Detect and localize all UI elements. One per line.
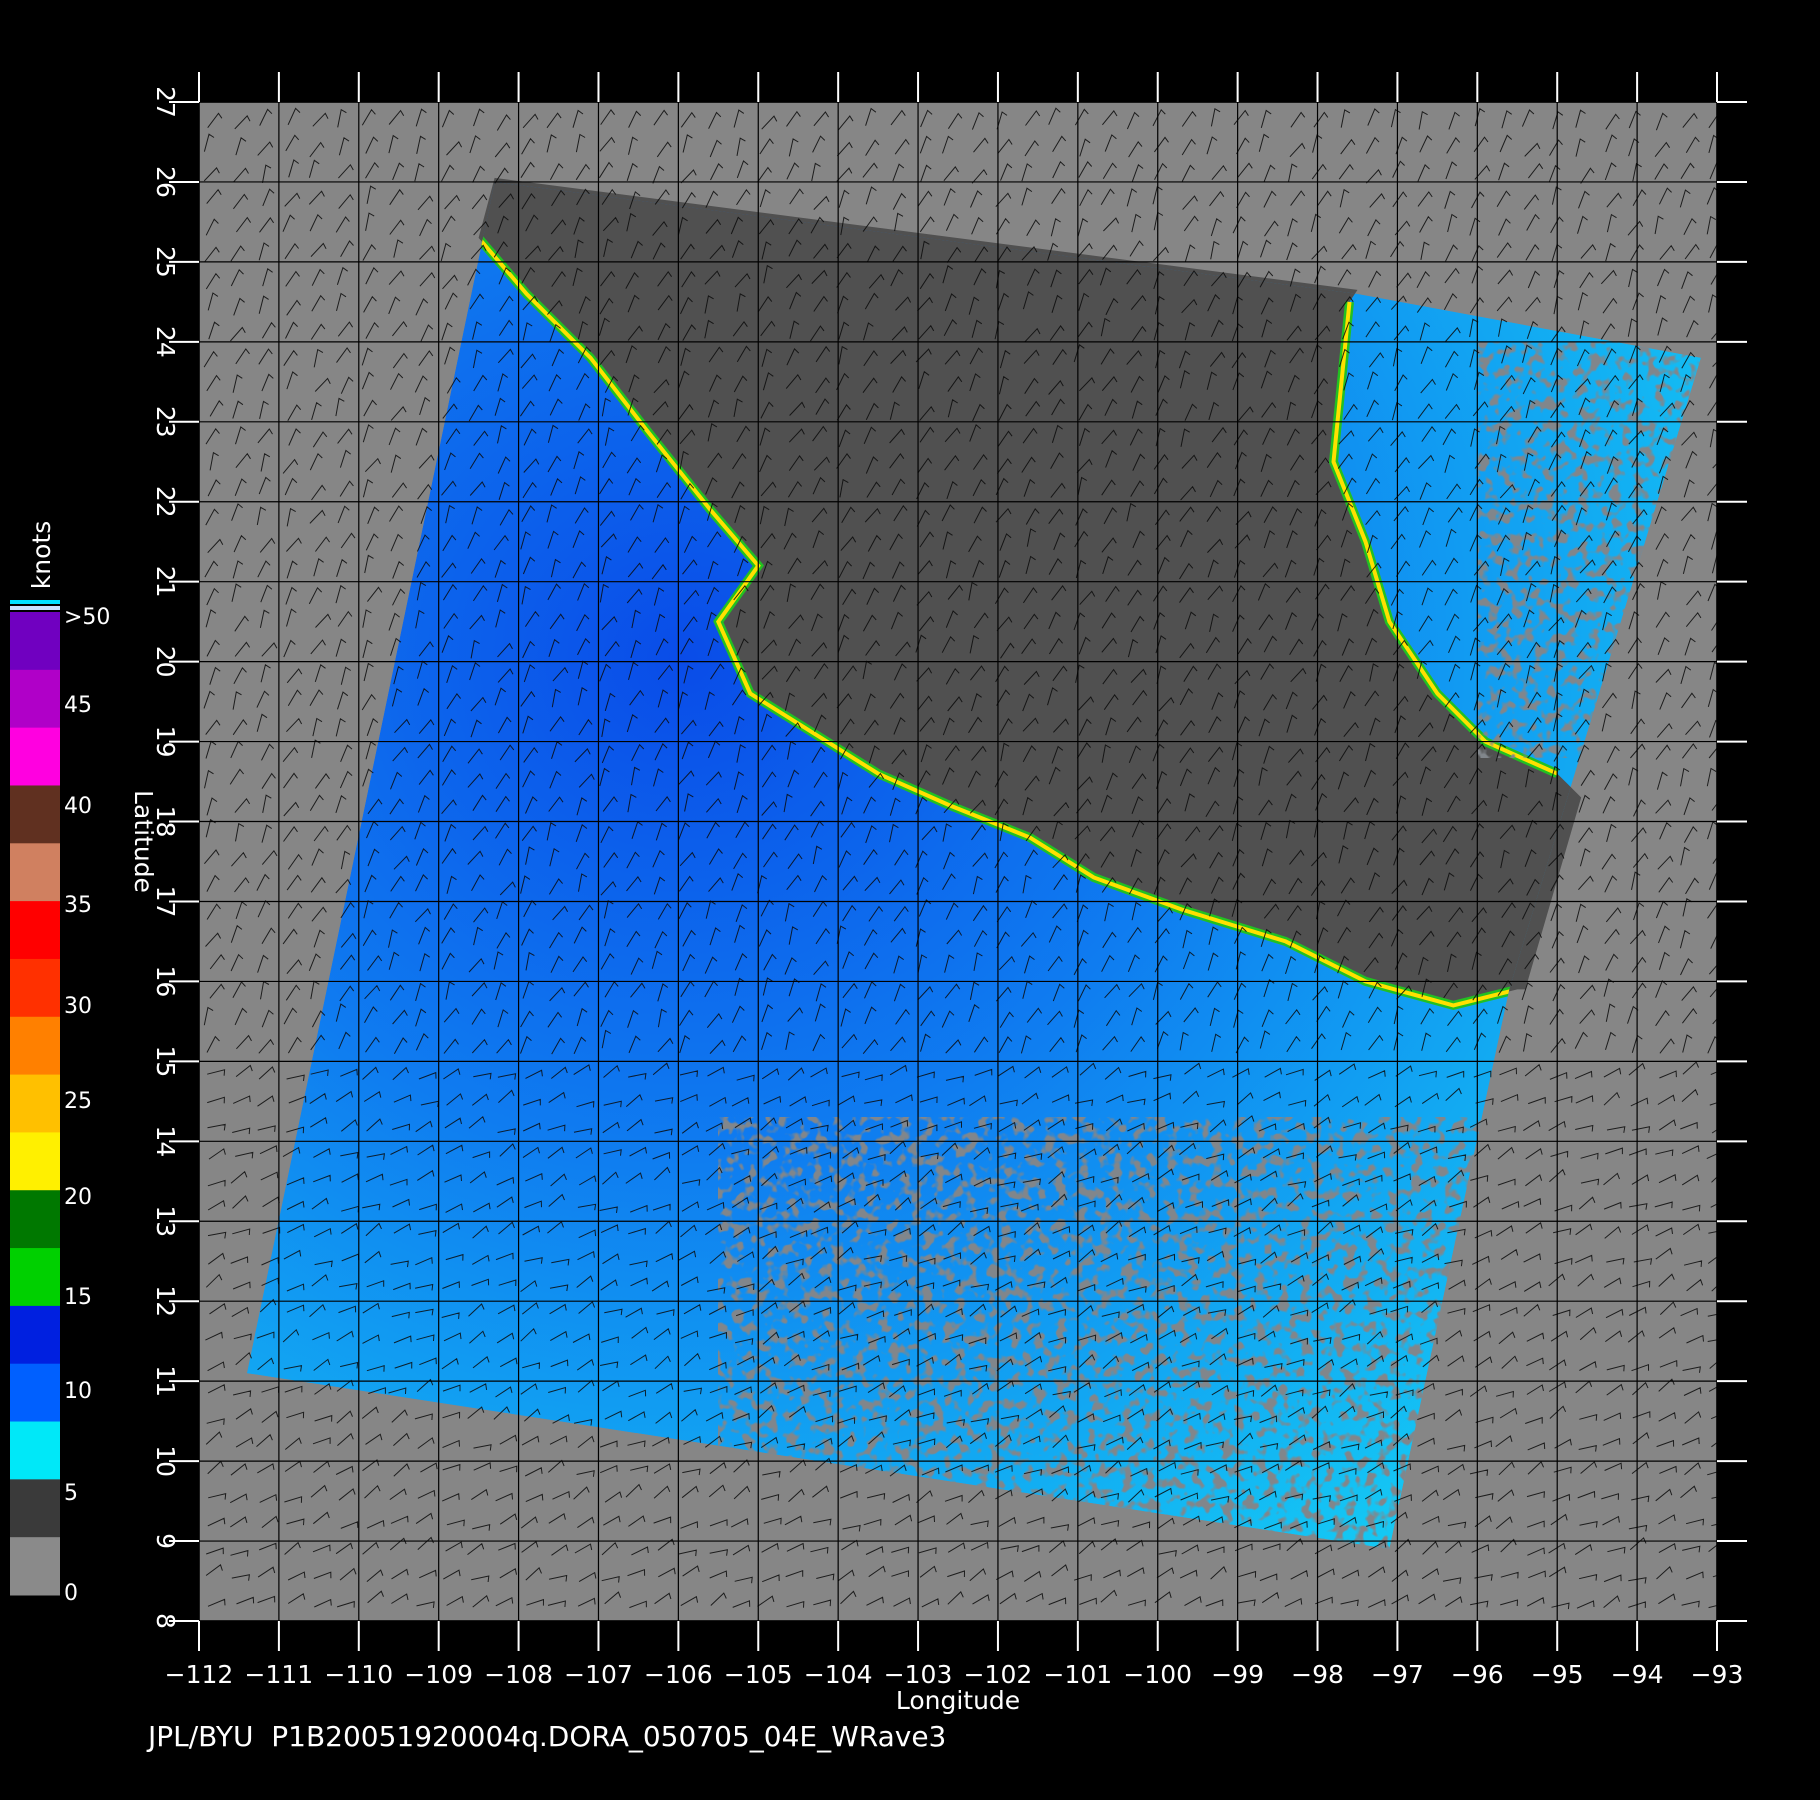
colorbar-segment	[10, 669, 60, 729]
x-tick-label: −103	[884, 1660, 953, 1689]
x-tick-label: −98	[1291, 1660, 1344, 1689]
colorbar-label: 10	[64, 1379, 92, 1404]
colorbar-label: 15	[64, 1285, 92, 1310]
y-tick-label: 26	[151, 166, 180, 198]
x-tick-label: −106	[644, 1660, 713, 1689]
x-axis-label: Longitude	[896, 1686, 1020, 1715]
colorbar-segment	[10, 1363, 60, 1423]
x-tick-label: −112	[165, 1660, 234, 1689]
colorbar-title: knots	[27, 521, 56, 589]
x-tick-label: −101	[1044, 1660, 1113, 1689]
colorbar-label: 40	[64, 794, 92, 819]
colorbar-segment	[10, 843, 60, 902]
x-tick-label: −96	[1451, 1660, 1504, 1689]
colorbar-label: 25	[64, 1089, 92, 1114]
x-tick-label: −110	[324, 1660, 393, 1689]
colorbar-segment	[10, 958, 60, 1018]
colorbar-segment	[10, 1190, 60, 1249]
colorbar-label: >50	[64, 605, 110, 630]
colorbar-segment	[10, 1132, 60, 1191]
colorbar-label: 30	[64, 994, 92, 1019]
x-tick-label: −95	[1531, 1660, 1584, 1689]
x-tick-label: −94	[1611, 1660, 1664, 1689]
colorbar-segment	[10, 612, 60, 671]
x-tick-labels: −112 −111 −110 −109 −108 −107 −106 −105 −104 −103…	[165, 1660, 1744, 1689]
colorbar-segment	[10, 901, 60, 960]
y-tick-label: 27	[151, 86, 180, 118]
colorbar-label: 20	[64, 1185, 92, 1210]
x-tick-label: −108	[484, 1660, 553, 1689]
x-tick-label: −111	[245, 1660, 314, 1689]
y-tick-label: 11	[151, 1365, 180, 1397]
colorbar-cap	[10, 600, 60, 604]
x-tick-label: −102	[964, 1660, 1033, 1689]
colorbar-segment	[10, 1074, 60, 1133]
x-tick-label: −104	[804, 1660, 873, 1689]
y-tick-label: 25	[151, 246, 180, 278]
colorbar-segment	[10, 1421, 60, 1480]
y-tick-label: 10	[151, 1445, 180, 1477]
y-tick-label: 24	[151, 326, 180, 358]
colorbar-label: 5	[64, 1481, 78, 1506]
colorbar-segment	[10, 1479, 60, 1538]
y-tick-label: 21	[151, 566, 180, 598]
colorbar-labels: 0 5 10 15 20 25 30 35 40 45 >50	[64, 605, 110, 1606]
footer-caption: JPL/BYU P1B20051920004q.DORA_050705_04E_…	[148, 1720, 947, 1753]
y-tick-label: 8	[151, 1613, 180, 1629]
x-tick-label: −107	[564, 1660, 633, 1689]
colorbar-segment	[10, 1305, 60, 1365]
x-tick-label: −100	[1123, 1660, 1192, 1689]
y-tick-label: 14	[151, 1125, 180, 1157]
x-tick-label: −93	[1691, 1660, 1744, 1689]
y-tick-label: 16	[151, 966, 180, 998]
y-tick-label: 20	[151, 646, 180, 678]
x-tick-label: −99	[1211, 1660, 1264, 1689]
colorbar-segment	[10, 1016, 60, 1076]
colorbar-segment	[10, 1248, 60, 1307]
colorbar	[10, 600, 60, 1596]
colorbar-label: 0	[64, 1581, 78, 1606]
y-tick-label: 9	[151, 1533, 180, 1549]
y-tick-label: 15	[151, 1045, 180, 1077]
y-tick-label: 12	[151, 1285, 180, 1317]
x-tick-label: −109	[404, 1660, 473, 1689]
colorbar-label: 35	[64, 893, 92, 918]
x-tick-label: −105	[724, 1660, 793, 1689]
x-tick-label: −97	[1371, 1660, 1424, 1689]
y-tick-label: 13	[151, 1205, 180, 1237]
y-tick-label: 23	[151, 406, 180, 438]
y-tick-label: 19	[151, 726, 180, 758]
colorbar-segment	[10, 785, 60, 844]
colorbar-segment	[10, 727, 60, 786]
colorbar-segment	[10, 1537, 60, 1596]
y-axis-label: Latitude	[129, 790, 158, 893]
wind-map: −112 −111 −110 −109 −108 −107 −106 −105 −104 −103…	[10, 72, 1747, 1715]
y-tick-label: 22	[151, 486, 180, 518]
colorbar-label: 45	[64, 693, 92, 718]
colorbar-cap	[10, 606, 60, 610]
